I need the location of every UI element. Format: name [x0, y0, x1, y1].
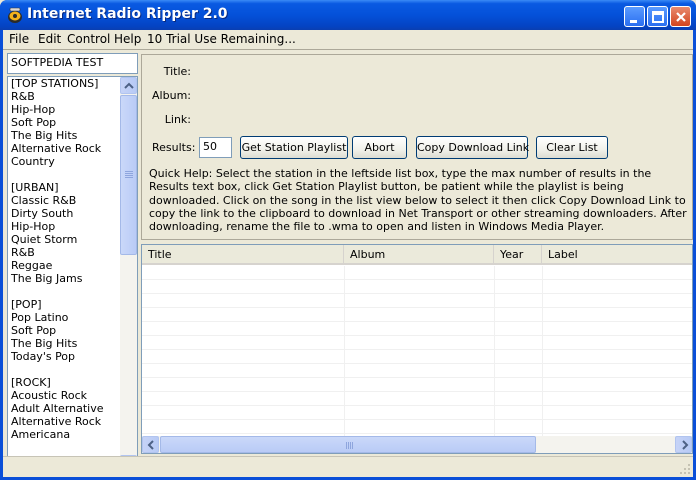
status-bar — [3, 456, 693, 477]
window-title: Internet Radio Ripper 2.0 — [27, 6, 228, 22]
list-header: Title Album Year Label — [142, 245, 692, 265]
get-station-playlist-button[interactable]: Get Station Playlist — [240, 136, 348, 159]
title-label: Title: — [163, 65, 191, 78]
station-name-field[interactable]: SOFTPEDIA TEST — [7, 53, 138, 74]
app-window: Internet Radio Ripper 2.0 File Edit Cont… — [0, 0, 696, 480]
scroll-left-button[interactable] — [142, 436, 159, 453]
list-item[interactable]: Quiet Storm — [11, 233, 121, 246]
quick-help-text: Quick Help: Select the station in the le… — [149, 167, 687, 234]
chevron-left-icon — [147, 440, 154, 450]
station-list-scrollbar[interactable] — [120, 77, 137, 472]
client-area: File Edit Control Help 10 Trial Use Rema… — [3, 30, 693, 477]
chevron-right-icon — [682, 440, 689, 450]
minimize-button[interactable] — [624, 6, 645, 27]
chevron-up-icon — [124, 82, 134, 89]
menu-edit[interactable]: Edit — [38, 32, 61, 46]
station-category[interactable]: [URBAN] — [11, 181, 121, 194]
maximize-button[interactable] — [647, 6, 668, 27]
menu-trial-remaining[interactable]: 10 Trial Use Remaining... — [147, 32, 296, 46]
list-item[interactable]: The Big Jams — [11, 272, 121, 285]
list-item[interactable]: Hip-Hop — [11, 220, 121, 233]
abort-button[interactable]: Abort — [352, 136, 407, 159]
maximize-icon — [652, 11, 664, 23]
list-item[interactable]: Alternative Rock — [11, 142, 121, 155]
copy-download-link-button[interactable]: Copy Download Link — [416, 136, 529, 159]
menu-separator — [3, 49, 693, 50]
list-item[interactable]: Acoustic Rock — [11, 389, 121, 402]
list-item[interactable]: Americana — [11, 428, 121, 441]
station-listbox[interactable]: [TOP STATIONS] R&B Hip-Hop Soft Pop The Big … — [7, 76, 138, 473]
scroll-right-button[interactable] — [675, 436, 692, 453]
list-item[interactable]: Dirty South — [11, 207, 121, 220]
minimize-icon — [630, 20, 637, 23]
close-icon — [676, 12, 686, 22]
list-item[interactable]: The Big Hits — [11, 129, 121, 142]
list-item[interactable]: R&B — [11, 246, 121, 259]
menu-help[interactable]: Help — [114, 32, 141, 46]
list-item[interactable]: Adult Alternative — [11, 402, 121, 415]
album-label: Album: — [152, 89, 191, 102]
link-label: Link: — [164, 113, 191, 126]
list-item[interactable]: Hip-Hop — [11, 103, 121, 116]
title-bar[interactable]: Internet Radio Ripper 2.0 — [0, 0, 696, 30]
scroll-thumb[interactable] — [120, 95, 137, 255]
menu-control[interactable]: Control — [67, 32, 110, 46]
list-item[interactable]: Alternative Rock — [11, 415, 121, 428]
list-item[interactable]: Reggae — [11, 259, 121, 272]
list-item[interactable]: Today's Pop — [11, 350, 121, 363]
songs-list-hscrollbar[interactable] — [142, 436, 692, 453]
column-header-year[interactable]: Year — [494, 245, 542, 264]
station-info-panel: Title: Album: Link: Results: 50 Get Stat… — [141, 54, 693, 240]
hscroll-thumb[interactable] — [160, 436, 536, 453]
list-item[interactable]: R&B — [11, 90, 121, 103]
menu-bar: File Edit Control Help 10 Trial Use Rema… — [3, 30, 693, 49]
column-header-label[interactable]: Label — [542, 245, 692, 264]
column-header-album[interactable]: Album — [344, 245, 494, 264]
station-category[interactable]: [TOP STATIONS] — [11, 77, 121, 90]
results-count-input[interactable]: 50 — [199, 137, 232, 158]
list-item[interactable]: Soft Pop — [11, 116, 121, 129]
resize-grip-icon[interactable] — [679, 463, 691, 475]
clear-list-button[interactable]: Clear List — [536, 136, 608, 159]
results-label: Results: — [152, 141, 196, 154]
list-item[interactable]: The Big Hits — [11, 337, 121, 350]
menu-file[interactable]: File — [9, 32, 29, 46]
station-category[interactable]: [POP] — [11, 298, 121, 311]
radio-app-icon — [8, 7, 22, 23]
station-list: [TOP STATIONS] R&B Hip-Hop Soft Pop The Big … — [11, 77, 121, 441]
station-category[interactable]: [ROCK] — [11, 376, 121, 389]
songs-list-view[interactable]: Title Album Year Label — [141, 244, 693, 454]
list-item[interactable]: Classic R&B — [11, 194, 121, 207]
column-header-title[interactable]: Title — [142, 245, 344, 264]
list-item[interactable]: Soft Pop — [11, 324, 121, 337]
scroll-up-button[interactable] — [120, 77, 137, 94]
list-item[interactable]: Pop Latino — [11, 311, 121, 324]
list-item[interactable]: Country — [11, 155, 121, 168]
close-button[interactable] — [670, 6, 691, 27]
